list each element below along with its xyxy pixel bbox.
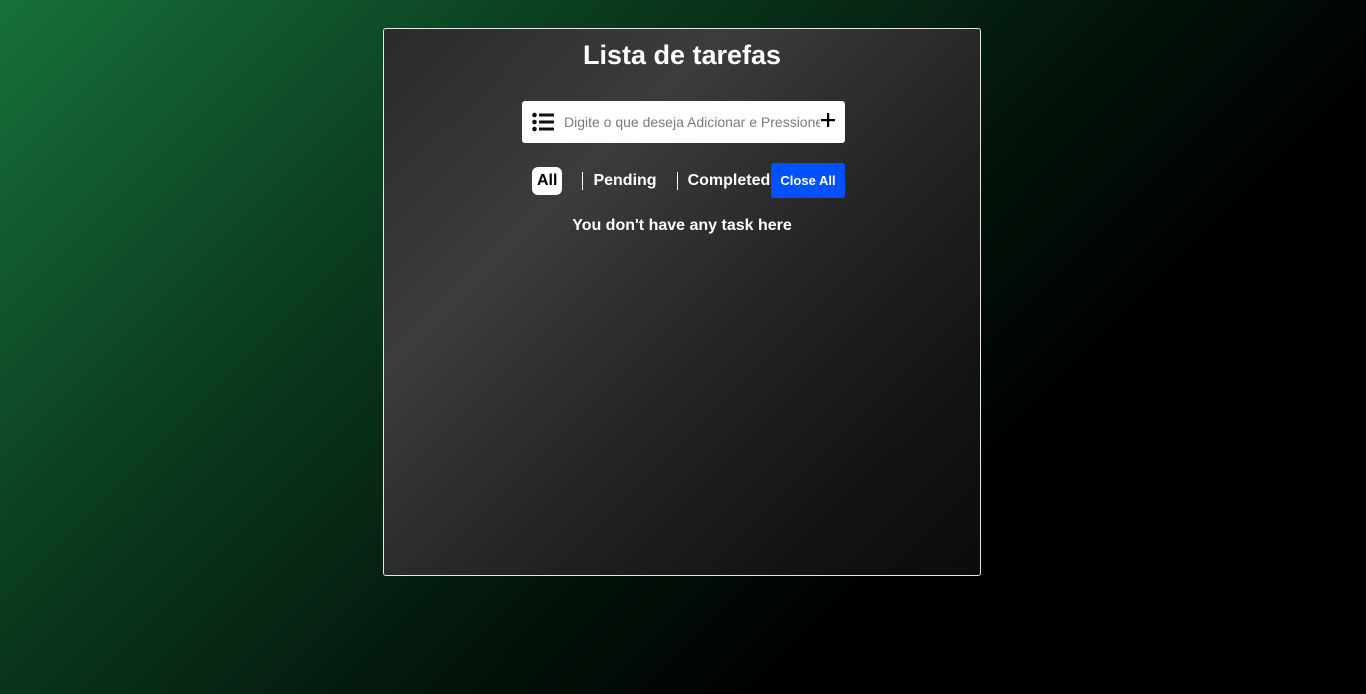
task-input-box[interactable] bbox=[522, 101, 845, 143]
close-all-button[interactable]: Close All bbox=[771, 163, 845, 198]
todo-panel: Lista de tarefas All Pending Completed C… bbox=[383, 28, 981, 576]
page-title: Lista de tarefas bbox=[582, 40, 782, 70]
filter-divider bbox=[582, 172, 584, 190]
filter-all[interactable]: All bbox=[532, 167, 563, 195]
filter-completed[interactable]: Completed bbox=[688, 171, 771, 191]
list-icon bbox=[532, 112, 554, 132]
filter-pending[interactable]: Pending bbox=[593, 171, 656, 191]
plus-icon[interactable] bbox=[821, 113, 835, 127]
filter-tabs: All Pending Completed bbox=[532, 166, 770, 196]
task-input[interactable] bbox=[564, 101, 820, 143]
empty-state-message: You don't have any task here bbox=[572, 217, 792, 234]
filter-divider bbox=[676, 172, 678, 190]
